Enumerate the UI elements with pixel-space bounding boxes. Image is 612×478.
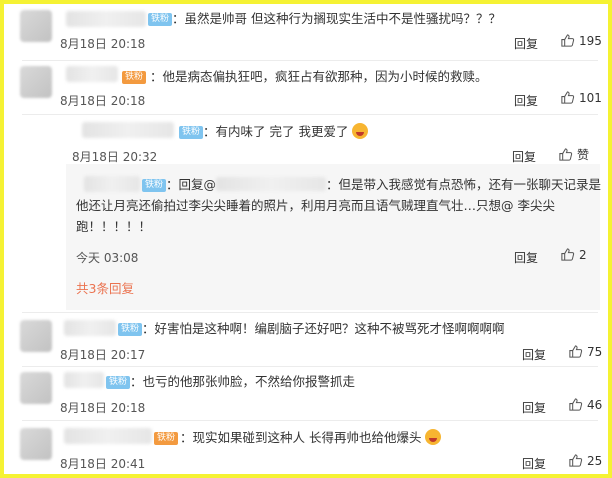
thumbs-up-icon — [561, 91, 575, 104]
divider — [22, 114, 598, 115]
reply-button[interactable]: 回复 — [514, 35, 538, 52]
reply-button[interactable]: 回复 — [512, 148, 536, 165]
reply-prefix: ：回复@ — [166, 177, 217, 192]
avatar[interactable] — [20, 372, 52, 404]
comment-text-content: ：有内味了 完了 我更爱了 — [203, 124, 349, 139]
comment-time: 8月18日 20:41 — [60, 457, 146, 471]
reply-button[interactable]: 回复 — [522, 455, 546, 472]
reply-text-line1: ：回复@ ：但是带入我感觉有点恐怖，还有一张聊天记录是 — [166, 176, 601, 194]
fan-badge: 铁粉 — [154, 432, 179, 445]
like-label: 赞 — [577, 148, 590, 162]
like-count: 25 — [587, 453, 603, 468]
smile-emoji-icon — [425, 429, 442, 445]
divider — [22, 312, 598, 313]
like-count: 101 — [579, 90, 602, 105]
username[interactable] — [64, 372, 104, 388]
reply-text-line3: 跑！！！！！ — [76, 219, 152, 234]
fan-badge: 铁粉 — [118, 323, 143, 336]
comment-time: 8月18日 20:17 — [60, 348, 146, 362]
nested-reply: 铁粉 ：回复@ ：但是带入我感觉有点恐怖，还有一张聊天记录是 他还让月亮还偷拍过李… — [66, 164, 601, 310]
thumbs-up-icon — [559, 148, 573, 161]
comment-text: ：也亏的他那张帅脸，不然给你报警抓走 — [130, 374, 356, 389]
comment-time: 8月18日 20:18 — [60, 37, 146, 51]
thumbs-up-icon — [561, 34, 575, 47]
reply-time: 今天 03:08 — [76, 251, 139, 265]
fan-badge: 铁粉 — [148, 13, 173, 26]
like-count: 75 — [587, 344, 603, 359]
avatar[interactable] — [20, 66, 52, 98]
crying-laughing-emoji-icon — [352, 123, 369, 139]
divider — [22, 420, 598, 421]
reply-text-line2: 他还让月亮还偷拍过李尖尖睡着的照片，利用月亮而且语气贼理直气壮…只想@ 李尖尖 — [76, 198, 555, 213]
screenshot-frame: 铁粉 ：虽然是帅哥 但这种行为搁现实生活中不是性骚扰吗？？？ 8月18日 20:… — [0, 0, 612, 478]
username[interactable] — [84, 176, 140, 192]
like-count: 2 — [579, 247, 587, 262]
avatar[interactable] — [20, 10, 52, 42]
comment-text: ：有内味了 完了 我更爱了 — [203, 123, 369, 141]
comment-time: 8月18日 20:18 — [60, 94, 146, 108]
username[interactable] — [64, 320, 116, 336]
username[interactable] — [82, 122, 174, 138]
divider — [22, 366, 598, 367]
like-button[interactable]: 2 — [560, 247, 587, 262]
fan-badge: 铁粉 — [142, 179, 167, 192]
thumbs-up-icon — [569, 345, 583, 358]
username[interactable] — [64, 428, 152, 444]
fan-badge: 铁粉 — [122, 71, 147, 84]
like-count: 195 — [579, 33, 602, 48]
thumbs-up-icon — [561, 248, 575, 261]
reply-button[interactable]: 回复 — [522, 346, 546, 363]
reply-text-rest: ：但是带入我感觉有点恐怖，还有一张聊天记录是 — [326, 177, 602, 192]
comment-text: ：虽然是帅哥 但这种行为搁现实生活中不是性骚扰吗？？？ — [172, 11, 501, 26]
like-button[interactable]: 195 — [560, 33, 602, 48]
comment-time: 8月18日 20:32 — [72, 150, 158, 164]
comment-text: ：他是病态偏执狂吧，疯狂占有欲那种，因为小时候的救赎。 — [150, 69, 488, 84]
like-button[interactable]: 25 — [568, 453, 602, 468]
like-button[interactable]: 75 — [568, 344, 602, 359]
thumbs-up-icon — [569, 398, 583, 411]
reply-button[interactable]: 回复 — [514, 92, 538, 109]
more-replies-link[interactable]: 共3条回复 — [76, 280, 134, 298]
comment-text: ：好害怕是这种啊！编剧脑子还好吧？这种不被骂死才怪啊啊啊啊 — [142, 321, 505, 336]
avatar[interactable] — [20, 428, 52, 460]
fan-badge: 铁粉 — [179, 126, 204, 139]
fan-badge: 铁粉 — [106, 376, 131, 389]
avatar[interactable] — [20, 320, 52, 352]
like-button[interactable]: 101 — [560, 90, 602, 105]
like-button[interactable]: 赞 — [558, 146, 589, 163]
reply-button[interactable]: 回复 — [514, 249, 538, 266]
divider — [22, 60, 598, 61]
mentioned-username[interactable] — [216, 177, 327, 191]
like-count: 46 — [587, 397, 603, 412]
comment-text-content: ：现实如果碰到这种人 长得再帅也给他爆头 — [180, 430, 422, 445]
username[interactable] — [66, 66, 118, 82]
thumbs-up-icon — [569, 454, 583, 467]
like-button[interactable]: 46 — [568, 397, 602, 412]
username[interactable] — [66, 11, 146, 27]
comment-time: 8月18日 20:18 — [60, 401, 146, 415]
reply-button[interactable]: 回复 — [522, 399, 546, 416]
comment-text: ：现实如果碰到这种人 长得再帅也给他爆头 — [180, 429, 442, 447]
